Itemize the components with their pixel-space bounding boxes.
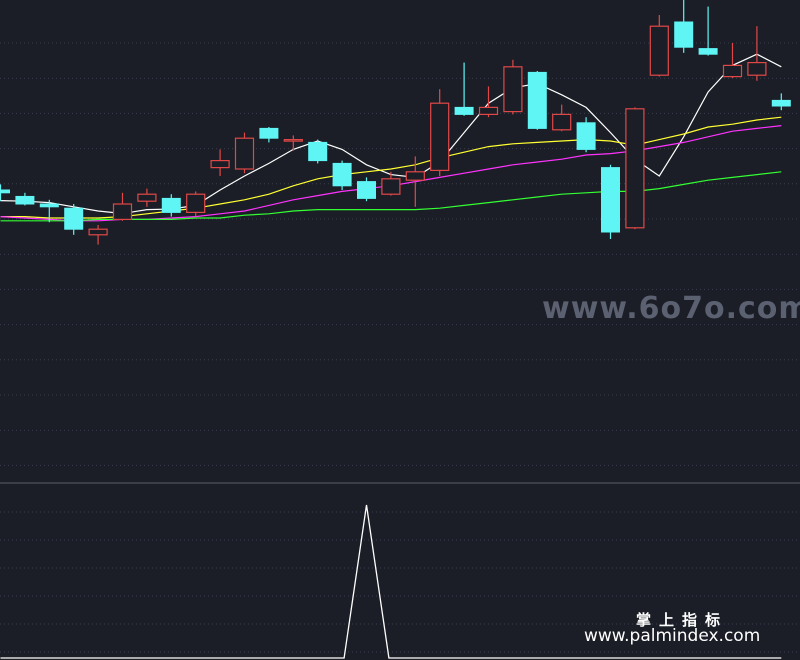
down-candle [601,164,620,239]
candle-body [698,48,718,55]
candle-body [552,113,572,131]
candle-body [357,181,376,199]
candle-body [234,137,255,170]
candle-body [478,106,499,116]
candle-body [332,162,352,187]
down-candle [527,71,547,130]
candle-body [747,61,767,76]
down-candle [332,160,352,190]
candle-body [137,193,157,202]
up-candle [186,191,206,217]
candle-body [503,66,523,113]
candle-body [454,106,474,115]
down-candle [576,117,596,153]
up-candle [234,132,255,174]
up-candle [503,59,523,115]
candle-body [0,189,10,194]
candle-body [576,122,596,150]
candle-body [88,228,108,236]
candle-body [161,197,181,213]
candle-body [186,193,206,213]
candle-body [15,195,35,205]
candle-body [430,102,450,171]
candle-body [405,171,425,181]
candle-body [601,167,620,233]
candle-body [283,139,303,142]
down-candle [308,139,328,164]
candle-body [64,207,84,230]
brand-watermark-url: www.palmindex.com [584,626,760,646]
stock-chart: www.6o7o.com 掌上指标 www.palmindex.com [0,0,800,660]
candle-body [112,203,133,220]
candle-body [259,127,279,139]
candle-body [722,64,743,78]
candle-body [649,25,669,76]
candle-body [527,71,547,129]
candle-body [308,141,328,162]
candle-body [674,21,694,48]
candle-body [771,99,791,107]
candle-body [39,203,59,208]
up-candle [625,107,645,230]
candle-body [381,178,401,195]
candle-body [625,108,645,229]
chart-background [0,0,800,660]
center-watermark: www.6o7o.com [542,291,800,326]
candle-body [210,160,230,169]
